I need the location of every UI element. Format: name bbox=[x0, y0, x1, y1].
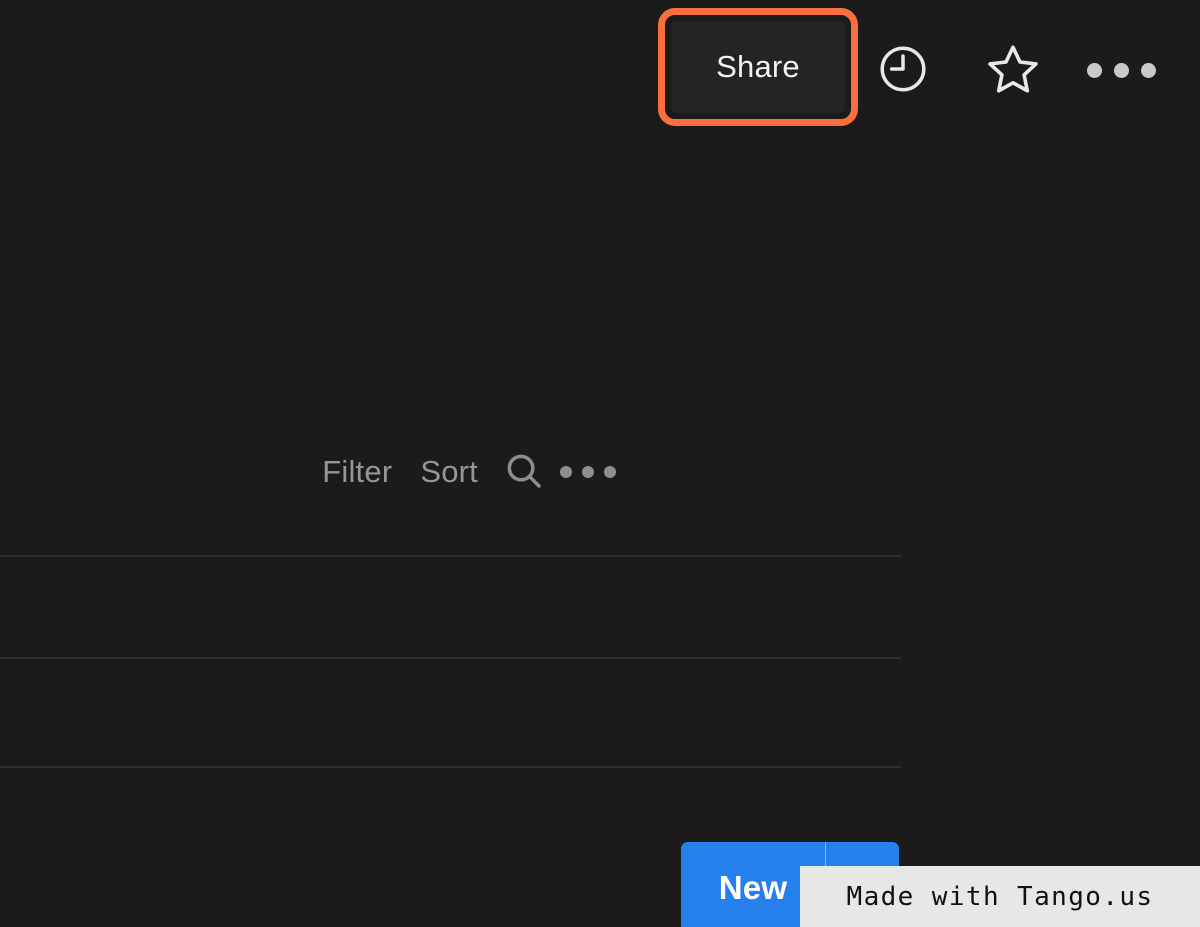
favorite-star-icon bbox=[983, 40, 1043, 101]
list-toolbar-controls: Filter Sort bbox=[308, 418, 620, 526]
app-root: Share Filter Sort New Made with Tango.us bbox=[0, 0, 1200, 927]
favorite-star-button[interactable] bbox=[978, 35, 1048, 105]
list-row-divider bbox=[0, 555, 901, 557]
list-row-divider bbox=[0, 657, 901, 659]
version-history-button[interactable] bbox=[868, 35, 938, 105]
filter-button[interactable]: Filter bbox=[308, 448, 406, 496]
search-button[interactable] bbox=[492, 440, 556, 504]
top-command-bar: Share bbox=[0, 0, 1200, 132]
sort-button[interactable]: Sort bbox=[406, 448, 492, 496]
search-icon bbox=[502, 449, 546, 496]
list-rows-area bbox=[0, 530, 901, 927]
more-options-icon bbox=[1086, 62, 1156, 78]
toolbar-more-button[interactable] bbox=[556, 440, 620, 504]
tango-watermark-text: Made with Tango.us bbox=[846, 881, 1154, 912]
version-history-icon bbox=[874, 40, 932, 101]
list-toolbar: Filter Sort New bbox=[0, 418, 920, 927]
share-button[interactable]: Share bbox=[671, 21, 845, 113]
toolbar-more-icon bbox=[560, 466, 616, 478]
tango-watermark: Made with Tango.us bbox=[800, 866, 1200, 927]
list-row-divider bbox=[0, 766, 901, 768]
more-options-button[interactable] bbox=[1083, 44, 1159, 96]
